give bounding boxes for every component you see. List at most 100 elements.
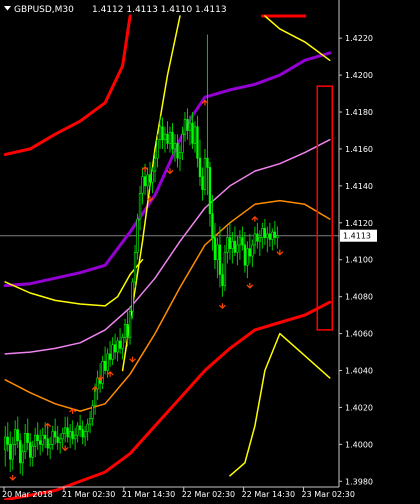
candle-body: [63, 427, 67, 434]
candle-body: [208, 167, 212, 214]
chart-window[interactable]: 1.4220 1.4200 1.4180 1.4160 1.4140 1.4120 1.41…: [0, 0, 420, 502]
candle-body: [19, 440, 22, 464]
candle-body: [41, 434, 44, 445]
candle-body: [141, 176, 144, 194]
candle-body: [153, 157, 157, 172]
candle-body: [76, 425, 79, 436]
candle-body: [39, 440, 42, 445]
candle-body: [223, 252, 227, 286]
candle-body: [146, 174, 149, 187]
candle-body: [49, 444, 52, 449]
x-tick-label: 22 Mar 14:30: [242, 490, 295, 499]
candle-body: [14, 429, 17, 445]
candle-body: [11, 444, 14, 460]
candle-body: [156, 139, 159, 159]
candle-body: [201, 176, 204, 190]
candle-body: [26, 432, 29, 443]
candle-body: [111, 344, 114, 360]
candle-body: [256, 233, 259, 242]
candle-body: [231, 240, 234, 249]
current-price-label: 1.4113: [343, 232, 371, 241]
candle-body: [163, 133, 167, 141]
candle-body: [251, 244, 254, 257]
x-tick-label: 22 Mar 02:30: [182, 490, 235, 499]
candle-body: [88, 418, 92, 425]
candle-body: [71, 431, 74, 440]
candle-body: [9, 444, 12, 460]
y-tick-label: 1.4020: [345, 403, 373, 412]
candle-body: [61, 432, 64, 440]
candle-body: [31, 445, 34, 458]
candle-body: [271, 231, 274, 240]
candle-body: [276, 235, 279, 238]
candle-body: [44, 434, 47, 440]
candle-body: [273, 231, 277, 238]
candle-body: [46, 438, 49, 449]
candle-body: [158, 126, 162, 141]
candle-body: [53, 431, 57, 438]
candle-body: [51, 431, 54, 445]
ohlc-readout: 1.4112 1.4113 1.4110 1.4113: [92, 5, 227, 15]
candle-body: [213, 237, 217, 261]
candle-body: [238, 237, 242, 246]
price-chart[interactable]: 1.4220 1.4200 1.4180 1.4160 1.4140 1.4120 1.41…: [0, 0, 420, 502]
candle-body: [29, 442, 32, 458]
y-tick-label: 1.4140: [345, 182, 373, 191]
candle-body: [21, 451, 24, 464]
candle-body: [206, 157, 209, 168]
candle-body: [34, 434, 37, 447]
candle-body: [216, 244, 219, 261]
candle-body: [221, 274, 224, 286]
candle-body: [103, 360, 107, 371]
candle-body: [81, 429, 84, 438]
x-tick-label: 21 Mar 02:30: [62, 490, 115, 499]
candle-body: [78, 425, 82, 430]
candle-body: [166, 133, 169, 144]
candle-body: [188, 122, 192, 131]
candle-body: [148, 174, 152, 183]
x-tick-label: 23 Mar 02:30: [302, 490, 355, 499]
candle-body: [56, 436, 59, 443]
candle-body: [86, 423, 89, 432]
candle-body: [126, 324, 129, 338]
y-tick-label: 1.4200: [345, 71, 373, 80]
candle-body: [196, 126, 199, 159]
candle-body: [248, 248, 252, 257]
candle-body: [218, 244, 222, 275]
y-tick-label: 1.4180: [345, 108, 373, 117]
candle-body: [131, 281, 134, 312]
candle-body: [128, 311, 132, 338]
candle-body: [236, 244, 239, 253]
y-tick-label: 1.4120: [345, 219, 373, 228]
candle-body: [258, 237, 262, 242]
candle-body: [143, 176, 147, 187]
y-tick-label: 1.4220: [345, 34, 373, 43]
candle-body: [261, 228, 264, 238]
x-tick-label: 20 Mar 2018: [2, 490, 53, 499]
candle-body: [191, 122, 194, 144]
candle-body: [108, 353, 112, 360]
candle-body: [263, 228, 267, 238]
candle-body: [133, 252, 137, 283]
candle-body: [181, 133, 184, 153]
candle-body: [6, 436, 9, 445]
candle-body: [203, 157, 207, 190]
y-tick-label: 1.4100: [345, 256, 373, 265]
candle-body: [113, 344, 117, 353]
candle-body: [233, 240, 237, 253]
candle-body: [173, 143, 177, 150]
y-tick-label: 1.4160: [345, 145, 373, 154]
candle-body: [268, 233, 272, 240]
y-tick-label: 1.4000: [345, 440, 373, 449]
candle-body: [186, 119, 189, 131]
chart-title: GBPUSD,M30: [14, 5, 74, 15]
candle-body: [66, 427, 69, 438]
candle-body: [266, 233, 269, 238]
candle-body: [121, 336, 124, 349]
candle-body: [91, 405, 94, 419]
candle-body: [198, 157, 202, 177]
candle-body: [116, 340, 119, 353]
candle-body: [241, 237, 244, 246]
candle-body: [178, 152, 182, 159]
candle-body: [118, 340, 122, 349]
